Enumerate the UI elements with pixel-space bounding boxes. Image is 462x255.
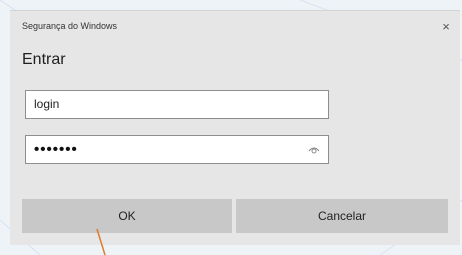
password-mask: ••••••• <box>34 141 78 158</box>
windows-security-dialog: Segurança do Windows × Entrar login ••••… <box>10 10 460 245</box>
password-field[interactable]: ••••••• <box>25 135 329 164</box>
dialog-heading: Entrar <box>22 51 66 68</box>
dialog-titlebar: Segurança do Windows × <box>10 11 460 41</box>
cancel-button[interactable]: Cancelar <box>236 199 448 233</box>
dialog-title: Segurança do Windows <box>22 21 118 31</box>
username-value: login <box>34 97 60 111</box>
close-icon[interactable]: × <box>432 15 460 39</box>
eye-icon[interactable] <box>308 144 320 156</box>
ok-button[interactable]: OK <box>22 199 232 233</box>
username-field[interactable]: login <box>25 90 329 119</box>
